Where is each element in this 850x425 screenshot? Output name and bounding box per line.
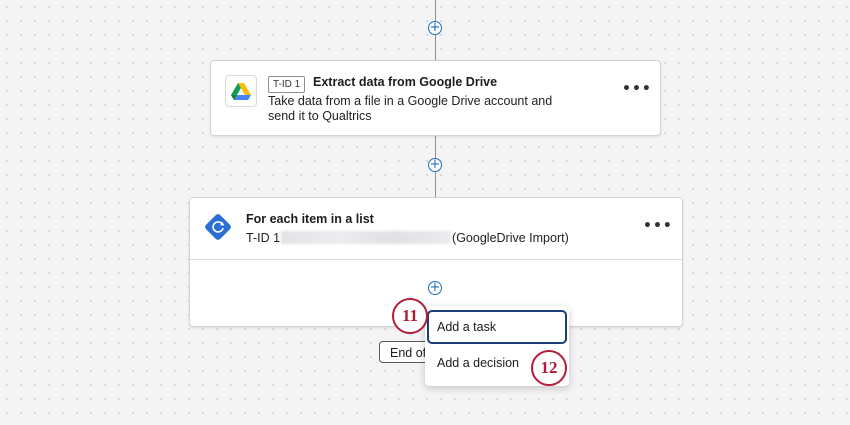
add-step-button[interactable]: + bbox=[428, 158, 442, 172]
loop-description: T-ID 1 (GoogleDrive Import) bbox=[246, 231, 569, 245]
task-card-google-drive[interactable]: T-ID 1 Extract data from Google Drive Ta… bbox=[210, 60, 661, 136]
task-title: Extract data from Google Drive bbox=[313, 75, 498, 89]
google-drive-icon bbox=[225, 75, 257, 107]
redacted-id bbox=[281, 231, 452, 244]
loop-tid: T-ID 1 bbox=[246, 231, 281, 245]
step-callout-12: 12 bbox=[531, 350, 567, 386]
loop-title: For each item in a list bbox=[246, 212, 374, 226]
more-options-icon[interactable]: ••• bbox=[643, 218, 673, 234]
menu-item-add-task[interactable]: Add a task bbox=[427, 310, 567, 344]
step-callout-11: 11 bbox=[392, 298, 428, 334]
loop-icon bbox=[202, 211, 234, 243]
add-step-button[interactable]: + bbox=[428, 21, 442, 35]
more-options-icon[interactable]: ••• bbox=[622, 81, 652, 97]
add-step-button[interactable]: + bbox=[428, 281, 442, 295]
loop-source: (GoogleDrive Import) bbox=[452, 231, 569, 245]
divider bbox=[190, 259, 682, 260]
task-description: Take data from a file in a Google Drive … bbox=[268, 94, 553, 123]
task-id-badge: T-ID 1 bbox=[268, 76, 306, 93]
